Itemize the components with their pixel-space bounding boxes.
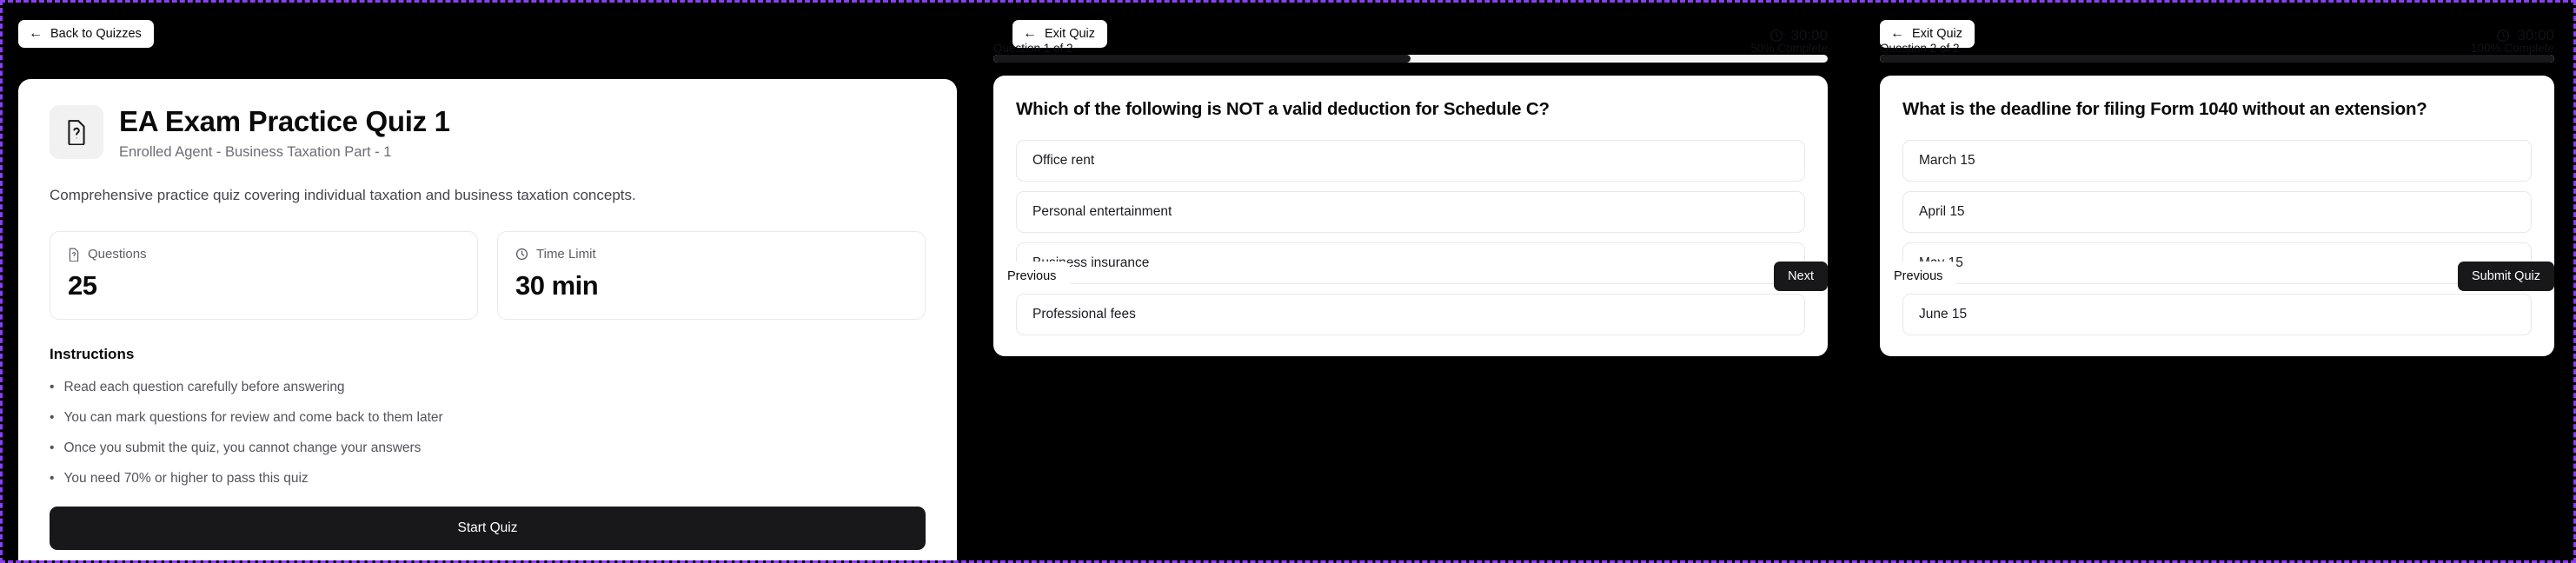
arrow-left-icon: ←: [1023, 26, 1037, 41]
instructions-title: Instructions: [50, 346, 135, 363]
question-text: Which of the following is NOT a valid de…: [1016, 99, 1550, 119]
instructions-list: • Read each question carefully before an…: [50, 377, 926, 489]
answer-option[interactable]: April 15: [1902, 190, 2532, 233]
progress-bar-fill: [993, 55, 1411, 63]
quiz-intro-panel: ← Back to Quizzes EA Exam Practice Quiz …: [3, 3, 978, 560]
question-card: What is the deadline for filing Form 104…: [1880, 76, 2554, 356]
arrow-left-icon: ←: [29, 26, 43, 41]
instruction-text: You can mark questions for review and co…: [63, 410, 443, 426]
answer-option[interactable]: Professional fees: [1016, 293, 1805, 335]
start-quiz-button[interactable]: Start Quiz: [50, 507, 926, 551]
question-nav: Previous Submit Quiz: [1880, 262, 2554, 291]
question-counter: Question 1 of 2: [993, 42, 1073, 55]
file-question-icon: [68, 248, 80, 262]
stat-questions-label: Questions: [88, 247, 147, 262]
previous-button[interactable]: Previous: [1880, 262, 1957, 291]
stat-questions: Questions 25: [50, 231, 478, 321]
answer-option[interactable]: Office rent: [1016, 139, 1805, 182]
answer-options: Office rent Personal entertainment Busin…: [1016, 139, 1805, 335]
submit-quiz-button[interactable]: Submit Quiz: [2458, 262, 2554, 291]
list-item: • You need 70% or higher to pass this qu…: [50, 468, 926, 489]
clock-icon: [2496, 29, 2510, 43]
instruction-text: Once you submit the quiz, you cannot cha…: [63, 440, 422, 456]
answer-options: March 15 April 15 May 15 June 15: [1902, 139, 2532, 335]
instruction-text: Read each question carefully before answ…: [63, 380, 345, 395]
stat-time-limit: Time Limit 30 min: [497, 231, 926, 321]
bullet-icon: •: [50, 440, 55, 456]
previous-button[interactable]: Previous: [993, 262, 1071, 291]
exit-quiz-label: Exit Quiz: [1912, 26, 1963, 41]
answer-option[interactable]: March 15: [1902, 139, 2532, 182]
instruction-text: You need 70% or higher to pass this quiz: [63, 471, 309, 487]
progress-bar: [993, 55, 1828, 63]
exit-quiz-label: Exit Quiz: [1045, 26, 1096, 41]
question-counter: Question 2 of 2: [1880, 42, 1960, 55]
quiz-header: EA Exam Practice Quiz 1 Enrolled Agent -…: [50, 105, 926, 161]
stat-questions-value: 25: [68, 270, 97, 301]
list-item: • You can mark questions for review and …: [50, 407, 926, 428]
quiz-intro-card: EA Exam Practice Quiz 1 Enrolled Agent -…: [18, 79, 957, 560]
progress-bar: [1880, 55, 2554, 63]
bullet-icon: •: [50, 410, 55, 426]
progress-bar-fill: [1880, 55, 2554, 63]
file-question-icon: [50, 105, 103, 159]
clock-icon: [1769, 29, 1783, 43]
answer-option[interactable]: Personal entertainment: [1016, 190, 1805, 233]
quiz-description: Comprehensive practice quiz covering ind…: [50, 186, 636, 203]
screenshot-root: ← Back to Quizzes EA Exam Practice Quiz …: [0, 0, 2576, 563]
quiz-stats: Questions 25 Time Limit 30 min: [50, 231, 926, 321]
list-item: • Read each question carefully before an…: [50, 377, 926, 398]
question-panel-2: ← Exit Quiz 30:00 Question 2 of 2 100% C…: [1864, 3, 2573, 560]
stat-time-limit-value: 30 min: [515, 270, 599, 301]
question-nav: Previous Next: [993, 262, 1828, 291]
list-item: • Once you submit the quiz, you cannot c…: [50, 438, 926, 459]
progress-info-row: Question 1 of 2 50% Complete: [993, 42, 1828, 55]
question-card: Which of the following is NOT a valid de…: [993, 76, 1828, 356]
arrow-left-icon: ←: [1890, 26, 1904, 41]
back-to-quizzes-label: Back to Quizzes: [50, 26, 142, 41]
clock-icon: [515, 248, 528, 261]
question-text: What is the deadline for filing Form 104…: [1902, 99, 2427, 119]
bullet-icon: •: [50, 380, 55, 395]
question-panel-1: ← Exit Quiz 30:00 Question 1 of 2 50% Co…: [978, 3, 1864, 560]
back-to-quizzes-button[interactable]: ← Back to Quizzes: [18, 20, 154, 48]
quiz-subtitle: Enrolled Agent - Business Taxation Part …: [119, 143, 392, 160]
progress-percent-label: 100% Complete: [2470, 42, 2554, 55]
next-button[interactable]: Next: [1774, 262, 1828, 291]
bullet-icon: •: [50, 471, 55, 487]
progress-info-row: Question 2 of 2 100% Complete: [1880, 42, 2554, 55]
quiz-title-block: EA Exam Practice Quiz 1 Enrolled Agent -…: [119, 105, 450, 161]
stat-time-limit-label: Time Limit: [536, 247, 596, 262]
answer-option[interactable]: June 15: [1902, 293, 2532, 335]
page-title: EA Exam Practice Quiz 1: [119, 105, 450, 137]
stat-time-limit-label-row: Time Limit: [515, 247, 907, 262]
progress-percent-label: 50% Complete: [1750, 42, 1828, 55]
stat-questions-label-row: Questions: [68, 247, 460, 262]
